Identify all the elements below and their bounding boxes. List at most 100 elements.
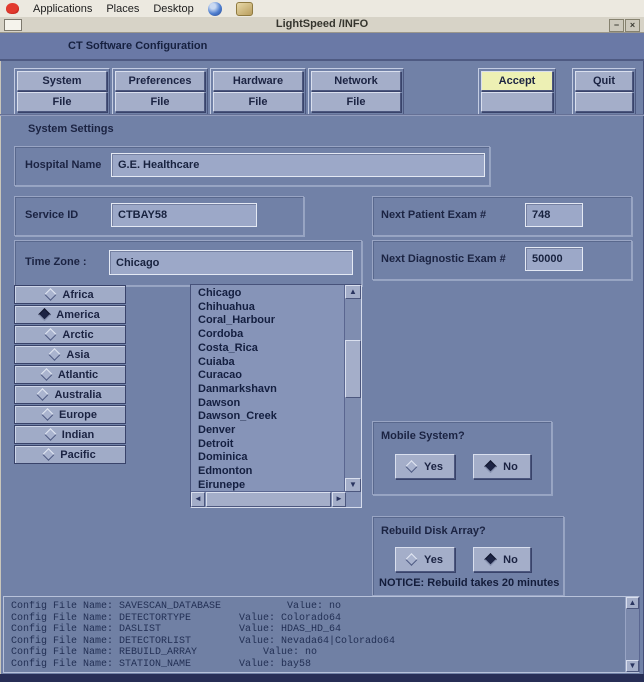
city-option[interactable]: Eirunepe — [193, 479, 344, 491]
rebuild-disk-array-group: Rebuild Disk Array? Yes No NOTICE: Rebui… — [372, 516, 564, 596]
web-browser-icon[interactable] — [208, 2, 222, 16]
toolbar-file-button[interactable]: File — [311, 92, 401, 112]
console-scrollbar[interactable]: ▲ ▼ — [625, 597, 639, 672]
continent-label: Pacific — [60, 449, 95, 461]
city-option[interactable]: Edmonton — [193, 465, 344, 479]
continent-label: America — [56, 309, 99, 321]
continent-option[interactable]: Atlantic — [14, 365, 126, 384]
toolbar-section-button[interactable]: Preferences — [115, 71, 205, 91]
toolbar-section-button[interactable]: Hardware — [213, 71, 303, 91]
scroll-down-icon[interactable]: ▼ — [626, 660, 639, 672]
console-line: Config File Name: DASLIST Value: HDAS_HD… — [11, 624, 623, 636]
time-zone-input[interactable] — [109, 250, 353, 275]
vertical-scroll-thumb[interactable] — [345, 340, 361, 398]
redhat-menu-icon[interactable] — [6, 3, 19, 14]
city-option[interactable]: Detroit — [193, 438, 344, 452]
header-band: CT Software Configuration — [0, 33, 644, 61]
minimize-button[interactable]: − — [609, 19, 624, 32]
city-option[interactable]: Costa_Rica — [193, 342, 344, 356]
city-option[interactable]: Curacao — [193, 369, 344, 383]
toolbar-stacks: System File Preferences File Hardware Fi… — [14, 68, 404, 116]
city-list: Chicago Chihuahua Coral_Harbour Cordoba … — [190, 284, 362, 508]
mobile-system-label: Mobile System? — [381, 430, 465, 442]
city-option[interactable]: Dominica — [193, 451, 344, 465]
mobile-system-group: Mobile System? Yes No — [372, 421, 552, 495]
accept-sub-button[interactable] — [481, 92, 553, 112]
continent-label: Arctic — [62, 329, 93, 341]
toolbar-file-button[interactable]: File — [213, 92, 303, 112]
mobile-yes-button[interactable]: Yes — [395, 454, 455, 479]
next-diagnostic-exam-input[interactable] — [525, 247, 583, 271]
next-diagnostic-exam-group: Next Diagnostic Exam # — [372, 240, 632, 280]
city-option[interactable]: Dawson_Creek — [193, 410, 344, 424]
continent-option[interactable]: America — [14, 305, 126, 324]
quit-sub-button[interactable] — [575, 92, 633, 112]
continent-option[interactable]: Africa — [14, 285, 126, 304]
continent-option[interactable]: Asia — [14, 345, 126, 364]
mobile-no-button[interactable]: No — [473, 454, 531, 479]
toolbar-section-button[interactable]: Network — [311, 71, 401, 91]
close-button[interactable]: × — [625, 19, 640, 32]
city-vertical-scrollbar[interactable]: ▲ ▼ — [344, 285, 361, 492]
radio-diamond-icon — [44, 428, 57, 441]
city-option[interactable]: Cordoba — [193, 328, 344, 342]
rebuild-no-button[interactable]: No — [473, 547, 531, 572]
toolbar-button-stack: Hardware File — [210, 68, 306, 116]
radio-diamond-icon — [42, 448, 55, 461]
continent-option[interactable]: Arctic — [14, 325, 126, 344]
desktop: Applications Places Desktop LightSpeed /… — [0, 0, 644, 682]
continent-option[interactable]: Pacific — [14, 445, 126, 464]
time-zone-label: Time Zone : — [25, 256, 87, 268]
toolbar-file-button[interactable]: File — [17, 92, 107, 112]
radio-diamond-icon — [405, 553, 418, 566]
quit-stack: Quit — [572, 68, 636, 116]
city-option[interactable]: Chicago — [193, 287, 344, 301]
scroll-right-icon[interactable]: ► — [332, 492, 346, 507]
scroll-down-icon[interactable]: ▼ — [345, 478, 361, 492]
radio-diamond-icon — [405, 460, 418, 473]
city-option[interactable]: Chihuahua — [193, 301, 344, 315]
city-option[interactable]: Denver — [193, 424, 344, 438]
rebuild-disk-array-label: Rebuild Disk Array? — [381, 525, 486, 537]
mobile-yes-label: Yes — [424, 461, 443, 473]
console-line: Config File Name: REBUILD_ARRAY Value: n… — [11, 647, 623, 659]
menu-places[interactable]: Places — [106, 3, 139, 15]
radio-diamond-icon — [484, 553, 497, 566]
city-option[interactable]: Coral_Harbour — [193, 314, 344, 328]
service-id-input[interactable] — [111, 203, 257, 227]
scroll-up-icon[interactable]: ▲ — [345, 285, 361, 299]
rebuild-no-label: No — [503, 554, 518, 566]
city-option[interactable]: Dawson — [193, 397, 344, 411]
launcher-icon[interactable] — [236, 2, 253, 16]
toolbar-divider — [0, 114, 644, 116]
toolbar-file-button[interactable]: File — [115, 92, 205, 112]
continent-option[interactable]: Europe — [14, 405, 126, 424]
hospital-name-label: Hospital Name — [25, 159, 101, 171]
continent-label: Australia — [54, 389, 101, 401]
toolbar-button-stack: Preferences File — [112, 68, 208, 116]
next-patient-exam-input[interactable] — [525, 203, 583, 227]
time-zone-group: Time Zone : — [14, 240, 362, 286]
continent-option[interactable]: Indian — [14, 425, 126, 444]
radio-diamond-icon — [41, 408, 54, 421]
next-diagnostic-exam-label: Next Diagnostic Exam # — [381, 253, 506, 265]
toolbar-section-button[interactable]: System — [17, 71, 107, 91]
console-lines: Config File Name: SAVESCAN_DATABASE Valu… — [11, 601, 623, 670]
menu-applications[interactable]: Applications — [33, 3, 92, 15]
rebuild-yes-button[interactable]: Yes — [395, 547, 455, 572]
scroll-left-icon[interactable]: ◄ — [191, 492, 205, 507]
scroll-up-icon[interactable]: ▲ — [626, 597, 639, 609]
city-option[interactable]: Danmarkshavn — [193, 383, 344, 397]
accept-button[interactable]: Accept — [481, 71, 553, 91]
window-titlebar: LightSpeed /INFO − × — [0, 17, 644, 33]
quit-button[interactable]: Quit — [575, 71, 633, 91]
continent-list: Africa America Arctic Asia — [14, 285, 126, 465]
menu-desktop[interactable]: Desktop — [153, 3, 193, 15]
horizontal-scroll-thumb[interactable] — [206, 492, 331, 507]
console-line: Config File Name: STATION_NAME Value: ba… — [11, 659, 623, 671]
city-option[interactable]: Cuiaba — [193, 356, 344, 370]
radio-diamond-icon — [45, 288, 58, 301]
city-horizontal-scrollbar[interactable]: ◄ ► — [191, 491, 346, 507]
continent-option[interactable]: Australia — [14, 385, 126, 404]
hospital-name-input[interactable] — [111, 153, 485, 177]
